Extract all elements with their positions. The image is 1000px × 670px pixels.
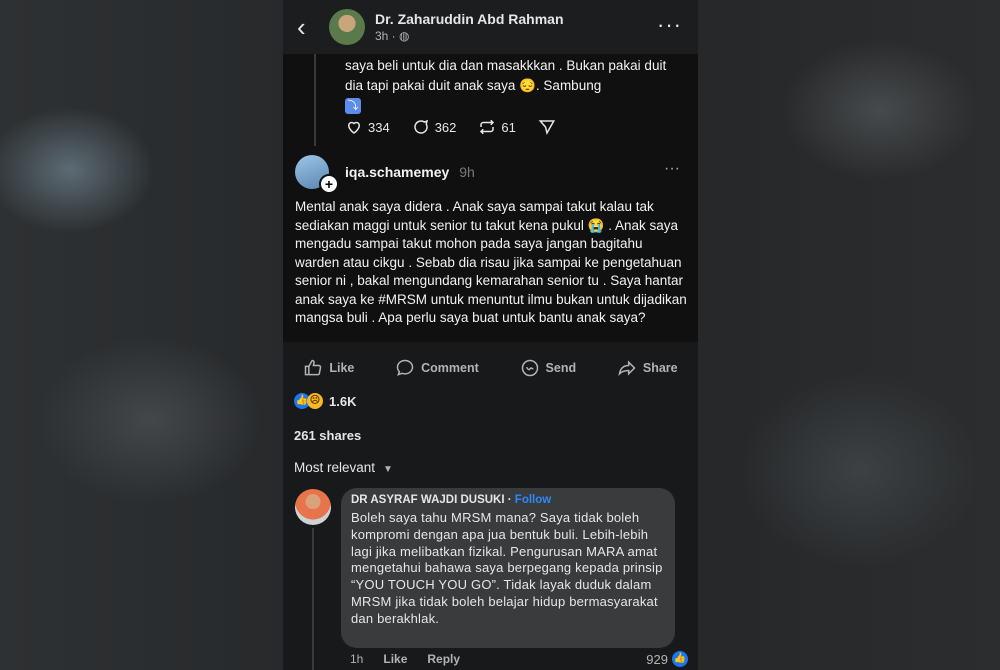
heart-icon bbox=[347, 121, 361, 134]
back-arrow-icon[interactable]: ‹ bbox=[297, 14, 306, 40]
comment-text: Boleh saya tahu MRSM mana? Saya tidak bo… bbox=[351, 510, 663, 626]
reaction-summary[interactable]: 👍 ☹ 1.6K bbox=[294, 393, 356, 409]
comment-reaction-count[interactable]: 929 👍 bbox=[646, 651, 688, 667]
share-label: Share bbox=[642, 361, 678, 375]
comment-label: Comment bbox=[421, 361, 479, 375]
reply-time: 9h bbox=[459, 164, 475, 180]
thread-post-body: saya beli untuk dia dan masakkkan . Buka… bbox=[345, 58, 667, 93]
send-paper-plane-icon bbox=[538, 120, 555, 136]
thumbs-up-icon bbox=[305, 359, 322, 376]
like-label: Like bbox=[329, 361, 355, 375]
send-button[interactable]: Send bbox=[520, 352, 577, 384]
comment-bubble-icon bbox=[414, 119, 428, 134]
share-button[interactable]: Share bbox=[617, 352, 678, 384]
reaction-count: 1.6K bbox=[329, 393, 357, 409]
commenter-avatar[interactable] bbox=[295, 489, 331, 525]
comment-like-button[interactable]: Like bbox=[383, 652, 407, 666]
comment-icon bbox=[396, 359, 414, 376]
like-button[interactable]: Like bbox=[303, 352, 354, 384]
author-name[interactable]: Dr. Zaharuddin Abd Rahman bbox=[375, 11, 564, 27]
reply-post-body: Mental anak saya didera . Anak saya samp… bbox=[295, 199, 687, 325]
comment-reply-button[interactable]: Reply bbox=[427, 652, 460, 666]
follow-plus-icon[interactable]: + bbox=[319, 174, 339, 194]
comment-like-count: 929 bbox=[646, 651, 668, 667]
like-count: 334 bbox=[368, 119, 390, 135]
sort-label: Most relevant bbox=[294, 460, 376, 475]
repost-count: 61 bbox=[501, 119, 516, 135]
thread-post-text: saya beli untuk dia dan masakkkan . Buka… bbox=[345, 56, 685, 116]
send-label: Send bbox=[545, 361, 577, 375]
comment-button[interactable]: Comment bbox=[395, 352, 479, 384]
like-reaction-icon: 👍 bbox=[672, 651, 688, 667]
continue-arrow-icon: ⤵ bbox=[345, 98, 361, 115]
thread-line bbox=[314, 54, 316, 146]
post-meta: 3h · ◍ bbox=[375, 29, 410, 43]
author-avatar[interactable] bbox=[329, 9, 365, 45]
share-arrow-icon bbox=[618, 360, 636, 377]
comment-time: 1h bbox=[350, 652, 364, 666]
comment-count: 362 bbox=[434, 119, 457, 135]
username-text[interactable]: iqa.schamemey bbox=[345, 164, 449, 180]
thread-repost-button[interactable]: 61 bbox=[478, 118, 516, 136]
comment-meta: 1h Like Reply bbox=[350, 652, 460, 666]
repost-icon bbox=[480, 119, 495, 135]
comment-bubble: DR ASYRAF WAJDI DUSUKI · Follow Boleh sa… bbox=[341, 488, 675, 648]
follow-button[interactable]: Follow bbox=[515, 494, 551, 506]
sad-reaction-icon: ☹ bbox=[307, 393, 323, 409]
commenter-header: DR ASYRAF WAJDI DUSUKI · Follow bbox=[351, 494, 552, 506]
more-options-icon[interactable]: ··· bbox=[657, 12, 682, 38]
thread-comment-button[interactable]: 362 bbox=[412, 118, 457, 136]
messenger-icon bbox=[521, 359, 538, 377]
thread-like-button[interactable]: 334 bbox=[345, 118, 390, 136]
phone-screen: ‹ Dr. Zaharuddin Abd Rahman 3h · ◍ ··· s… bbox=[283, 0, 698, 670]
top-bar: ‹ Dr. Zaharuddin Abd Rahman 3h · ◍ ··· bbox=[283, 0, 698, 54]
comment-sort-dropdown[interactable]: Most relevant ▼ bbox=[294, 460, 393, 475]
facebook-action-bar: Like Comment Send Share bbox=[283, 352, 698, 384]
thread-actions: 334 362 61 bbox=[345, 118, 556, 136]
thread-share-button[interactable] bbox=[538, 118, 556, 136]
embedded-threads-screenshot: saya beli untuk dia dan masakkkan . Buka… bbox=[283, 54, 698, 342]
chevron-down-icon: ▼ bbox=[383, 464, 393, 475]
comment-thread-line bbox=[312, 528, 314, 670]
reply-more-icon[interactable]: ··· bbox=[664, 160, 680, 178]
commenter-name[interactable]: DR ASYRAF WAJDI DUSUKI bbox=[351, 494, 505, 506]
reply-username[interactable]: iqa.schamemey 9h bbox=[345, 164, 475, 180]
share-count[interactable]: 261 shares bbox=[294, 428, 361, 443]
